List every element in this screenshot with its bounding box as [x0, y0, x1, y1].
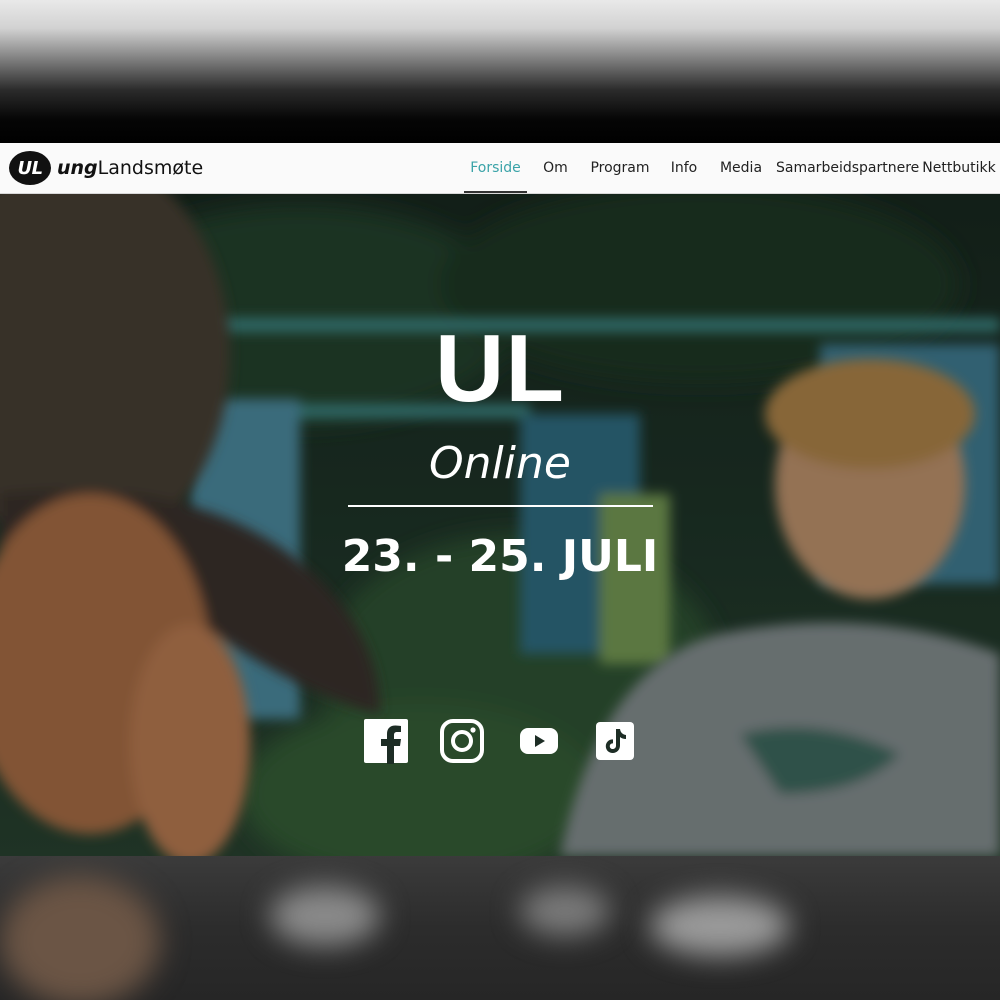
nav-item-forside[interactable]: Forside	[464, 143, 527, 193]
blurred-top-band	[0, 0, 1000, 143]
blurred-bottom-band	[0, 856, 1000, 1000]
page: UL ungLandsmøte Forside Om Program Info …	[0, 0, 1000, 1000]
hero-subtitle: Online	[429, 438, 571, 489]
bottom-blur-shape	[0, 876, 160, 1000]
bottom-blur-shape	[650, 896, 790, 956]
tiktok-icon[interactable]	[592, 718, 638, 764]
logo-wordmark: ungLandsmøte	[57, 157, 203, 179]
nav-item-nettbutikk[interactable]: Nettbutikk	[921, 143, 997, 193]
hero-divider	[348, 505, 653, 507]
bottom-blur-shape	[520, 886, 610, 936]
logo-wordmark-rest: Landsmøte	[97, 157, 204, 179]
logo-wordmark-bold: ung	[57, 157, 98, 179]
nav-item-program[interactable]: Program	[587, 143, 653, 193]
nav-item-om[interactable]: Om	[538, 143, 573, 193]
logo-badge: UL	[9, 151, 51, 185]
site-logo[interactable]: UL ungLandsmøte	[9, 151, 203, 185]
hero-section: UL Online 23. - 25. JULI	[0, 194, 1000, 856]
hero-overlay	[0, 194, 1000, 856]
navbar: UL ungLandsmøte Forside Om Program Info …	[0, 143, 1000, 194]
nav-item-media[interactable]: Media	[716, 143, 766, 193]
hero-title: UL	[435, 315, 565, 422]
instagram-icon[interactable]	[439, 718, 485, 764]
nav-item-samarbeidspartnere[interactable]: Samarbeidspartnere	[776, 143, 919, 193]
nav-item-info[interactable]: Info	[666, 143, 702, 193]
hero-date: 23. - 25. JULI	[341, 531, 659, 582]
youtube-icon[interactable]	[516, 718, 562, 764]
bottom-blur-shape	[270, 886, 380, 946]
facebook-icon[interactable]	[363, 718, 409, 764]
